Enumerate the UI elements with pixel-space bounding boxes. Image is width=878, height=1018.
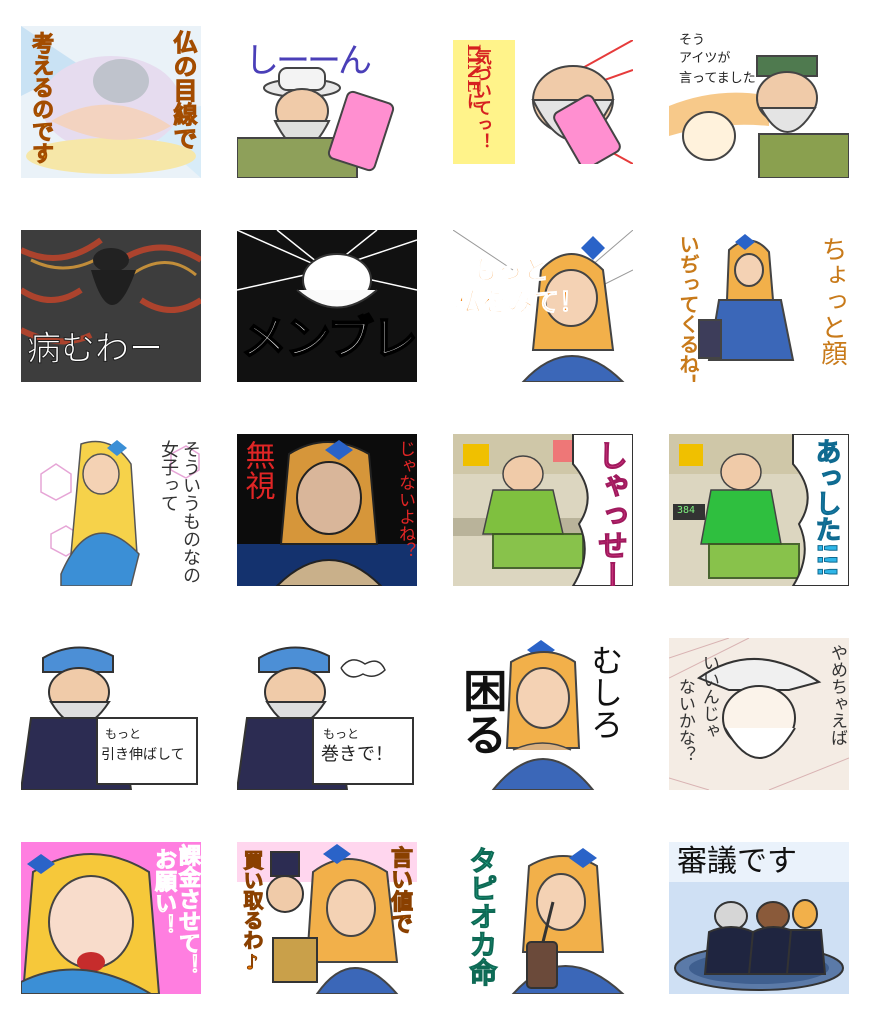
sticker-16-caption-b: いいんじゃ bbox=[698, 654, 719, 739]
sticker-8[interactable]: ちょっと顔 いぢってくるね！ bbox=[669, 230, 849, 382]
sticker-5-caption: 病むわー bbox=[27, 329, 164, 369]
sticker-grid: 仏の目線で 考えるのです しーーん LINEに 気づいてっ！ そう アイツが 言… bbox=[0, 0, 878, 1018]
sticker-8-caption-a: ちょっと顔 bbox=[817, 236, 847, 366]
sticker-8-caption-b: いぢってくるね！ bbox=[676, 234, 700, 382]
sticker-17-caption-b: 課金させて！ bbox=[174, 844, 200, 977]
sticker-13[interactable]: もっと 引き伸ばして bbox=[21, 638, 201, 790]
sticker-9-caption-a: 女子って bbox=[158, 440, 179, 512]
sticker-12-caption: あっした!!! bbox=[810, 438, 841, 579]
sticker-12[interactable]: 384 あっした!!! bbox=[669, 434, 849, 586]
sticker-15-caption-b: 困る bbox=[455, 668, 507, 756]
sticker-20[interactable]: 審議です bbox=[669, 842, 849, 994]
sticker-1[interactable]: 仏の目線で 考えるのです bbox=[21, 26, 201, 178]
sticker-10[interactable]: 無視 じゃないよね？ bbox=[237, 434, 417, 586]
sticker-7-caption-b: 私をみて！ bbox=[454, 288, 586, 318]
sticker-16-caption-c: ないかな？ bbox=[674, 678, 695, 763]
sticker-13-caption-a: もっと bbox=[105, 727, 142, 741]
sticker-4[interactable]: そう アイツが 言ってました bbox=[669, 26, 849, 178]
sticker-10-caption-a: 無視 bbox=[239, 440, 275, 500]
sticker-13-caption-b: 引き伸ばして bbox=[101, 747, 185, 763]
sticker-18-caption-b: 買い取るわ♪ bbox=[240, 850, 265, 975]
sticker-7-caption-a: もっと bbox=[470, 256, 550, 286]
sticker-14-caption-a: もっと bbox=[323, 727, 360, 741]
sticker-16[interactable]: やめちゃえば いいんじゃ ないかな？ bbox=[669, 638, 849, 790]
sticker-3-caption-b: 気づいてっ！ bbox=[470, 48, 491, 150]
sticker-19[interactable]: タピオカ命 bbox=[453, 842, 633, 994]
sticker-19-caption: タピオカ命 bbox=[465, 846, 499, 987]
sticker-17[interactable]: お願い！ 課金させて！ bbox=[21, 842, 201, 994]
sticker-14-caption-b: 巻きで！ bbox=[321, 744, 393, 765]
sticker-15[interactable]: むしろ 困る bbox=[453, 638, 633, 790]
sticker-4-caption-c: 言ってました bbox=[679, 71, 756, 86]
sticker-1-caption-b: 考えるのです bbox=[28, 32, 54, 165]
sticker-18-caption-a: 言い値で bbox=[386, 846, 412, 935]
register-display: 384 bbox=[677, 505, 696, 516]
sticker-16-art bbox=[669, 638, 849, 790]
sticker-5[interactable]: 病むわー bbox=[21, 230, 201, 382]
sticker-10-caption-b: じゃないよね？ bbox=[395, 440, 415, 559]
sticker-17-caption-a: お願い！ bbox=[150, 848, 176, 937]
sticker-18[interactable]: 買い取るわ♪ 言い値で bbox=[237, 842, 417, 994]
sticker-1-caption-a: 仏の目線で bbox=[168, 30, 197, 151]
sticker-6-caption: メンブレ bbox=[240, 311, 417, 365]
sticker-2-caption: しーーん bbox=[245, 41, 372, 81]
sticker-11[interactable]: しゃっせー bbox=[453, 434, 633, 586]
sticker-14-art bbox=[237, 638, 417, 790]
sticker-4-caption-b: アイツが bbox=[679, 51, 731, 66]
sticker-3[interactable]: LINEに 気づいてっ！ bbox=[453, 40, 633, 164]
sticker-11-caption: しゃっせー bbox=[592, 440, 628, 587]
sticker-6[interactable]: メンブレ bbox=[237, 230, 417, 382]
sticker-9[interactable]: 女子って そういうものなの bbox=[21, 434, 201, 586]
sticker-4-caption-a: そう bbox=[679, 33, 706, 48]
sticker-16-caption-a: やめちゃえば bbox=[827, 644, 847, 746]
sticker-7[interactable]: もっと 私をみて！ bbox=[453, 230, 633, 382]
sticker-13-art bbox=[21, 638, 201, 790]
sticker-20-caption: 審議です bbox=[677, 844, 797, 879]
sticker-9-caption-b: そういうものなの bbox=[180, 440, 201, 584]
sticker-14[interactable]: もっと 巻きで！ bbox=[237, 638, 417, 790]
sticker-2[interactable]: しーーん bbox=[237, 26, 417, 178]
sticker-15-caption-a: むしろ bbox=[586, 644, 624, 740]
